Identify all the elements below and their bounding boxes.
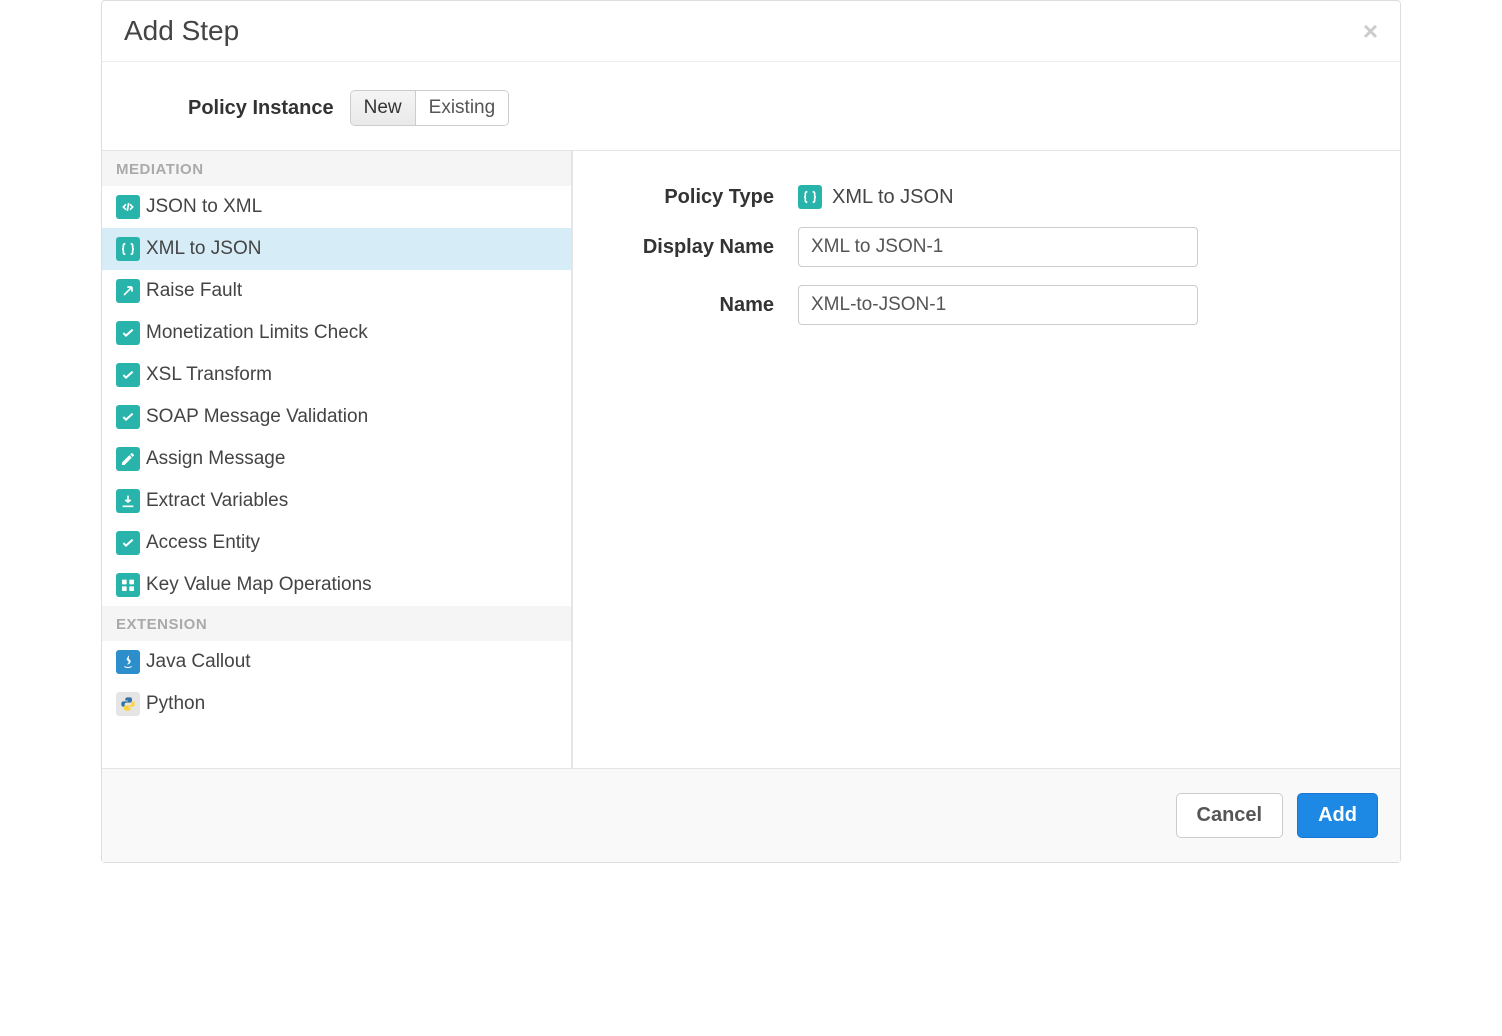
category-header: EXTENSION [102, 606, 571, 641]
instance-existing-button[interactable]: Existing [415, 91, 509, 125]
check-icon [116, 321, 140, 345]
policy-instance-label: Policy Instance [188, 97, 334, 120]
policy-item-label: XSL Transform [146, 364, 272, 386]
policy-type-value: XML to JSON [798, 185, 954, 209]
close-icon[interactable]: × [1363, 16, 1378, 47]
dialog-header: Add Step × [102, 1, 1400, 62]
policy-item-label: Python [146, 693, 205, 715]
policy-item[interactable]: SOAP Message Validation [102, 396, 571, 438]
dialog-body: Policy Instance New Existing MEDIATION JS… [102, 62, 1400, 768]
name-label: Name [618, 294, 798, 317]
policy-item[interactable]: XSL Transform [102, 354, 571, 396]
policy-type-label: Policy Type [618, 186, 798, 209]
policy-item-label: SOAP Message Validation [146, 406, 368, 428]
dialog-title: Add Step [124, 15, 239, 47]
check-icon [116, 531, 140, 555]
java-icon [116, 650, 140, 674]
check-icon [116, 363, 140, 387]
policy-type-row: Policy Type XML to JSON [618, 185, 1364, 209]
policy-item-label: Monetization Limits Check [146, 322, 368, 344]
check-icon [116, 405, 140, 429]
display-name-input[interactable] [798, 227, 1198, 267]
display-name-row: Display Name [618, 227, 1364, 267]
policy-item-label: Java Callout [146, 651, 251, 673]
name-row: Name [618, 285, 1364, 325]
policy-item[interactable]: Python [102, 683, 571, 725]
policy-item-label: Raise Fault [146, 280, 242, 302]
display-name-label: Display Name [618, 236, 798, 259]
policy-item[interactable]: Java Callout [102, 641, 571, 683]
kvm-icon [116, 573, 140, 597]
details-panel: Policy Type XML to JSON Display Name Nam… [572, 151, 1400, 768]
policy-item[interactable]: Key Value Map Operations [102, 564, 571, 606]
policy-type-text: XML to JSON [832, 186, 954, 209]
add-button[interactable]: Add [1297, 793, 1378, 838]
braces-icon [798, 185, 822, 209]
policy-instance-row: Policy Instance New Existing [102, 90, 1400, 150]
python-icon [116, 692, 140, 716]
braces-icon [116, 237, 140, 261]
instance-new-button[interactable]: New [351, 91, 415, 125]
arrow-icon [116, 279, 140, 303]
code-icon [116, 195, 140, 219]
policy-item-label: JSON to XML [146, 196, 262, 218]
main-area: MEDIATION JSON to XML XML to JSON Raise Fau… [102, 150, 1400, 768]
extract-icon [116, 489, 140, 513]
policy-item[interactable]: Access Entity [102, 522, 571, 564]
policy-item[interactable]: Extract Variables [102, 480, 571, 522]
pencil-icon [116, 447, 140, 471]
name-input[interactable] [798, 285, 1198, 325]
policy-item[interactable]: Assign Message [102, 438, 571, 480]
policy-item-label: Key Value Map Operations [146, 574, 372, 596]
policy-item[interactable]: Raise Fault [102, 270, 571, 312]
category-header: MEDIATION [102, 151, 571, 186]
add-step-dialog: Add Step × Policy Instance New Existing … [101, 0, 1401, 863]
policy-item-label: Assign Message [146, 448, 285, 470]
policy-item[interactable]: JSON to XML [102, 186, 571, 228]
policy-item-label: XML to JSON [146, 238, 261, 260]
policy-item-label: Access Entity [146, 532, 260, 554]
instance-toggle: New Existing [350, 90, 510, 126]
policy-item[interactable]: Monetization Limits Check [102, 312, 571, 354]
policy-list[interactable]: MEDIATION JSON to XML XML to JSON Raise Fau… [102, 151, 572, 768]
policy-item[interactable]: XML to JSON [102, 228, 571, 270]
policy-item-label: Extract Variables [146, 490, 288, 512]
dialog-footer: Cancel Add [102, 768, 1400, 862]
cancel-button[interactable]: Cancel [1176, 793, 1284, 838]
